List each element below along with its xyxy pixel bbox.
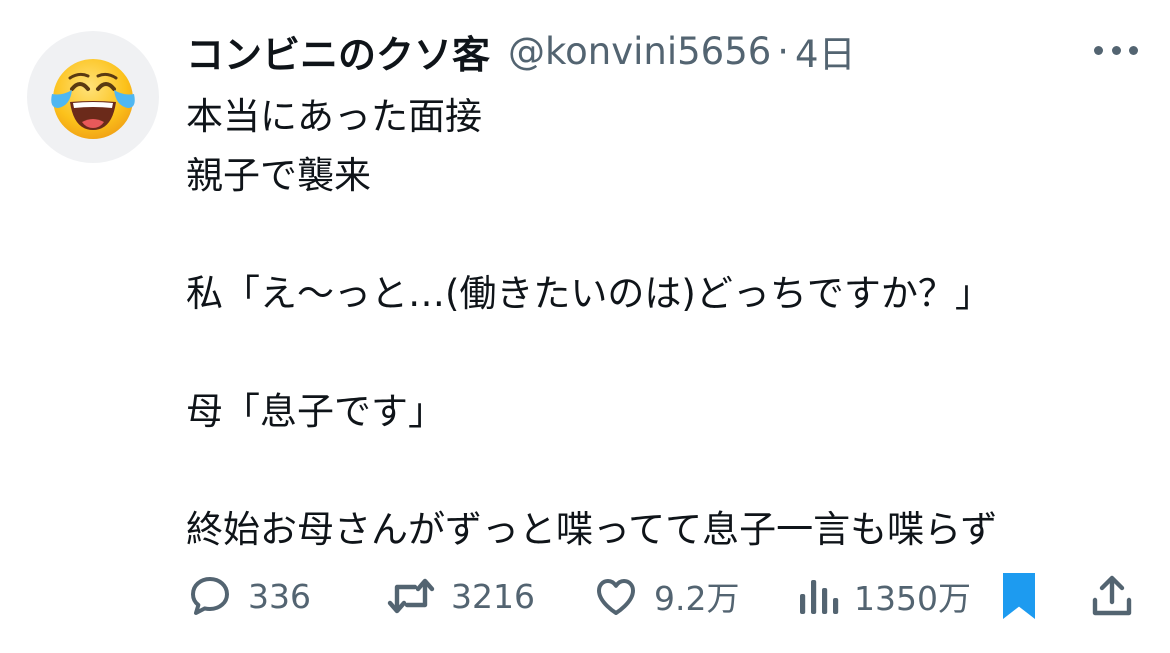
like-button[interactable]: 9.2万 bbox=[592, 568, 739, 624]
share-upload-icon bbox=[1092, 575, 1132, 616]
reply-button[interactable]: 336 bbox=[186, 568, 311, 624]
heart-icon bbox=[597, 579, 635, 615]
like-count: 9.2万 bbox=[654, 579, 740, 618]
speech-bubble-icon bbox=[191, 577, 229, 615]
display-name[interactable]: コンビニのクソ客 bbox=[186, 24, 490, 79]
tweet-header: コンビニのクソ客 @konvini5656 · 4日 bbox=[186, 24, 856, 79]
views-button[interactable]: 1350万 bbox=[796, 568, 971, 624]
bookmark-filled-icon bbox=[1003, 573, 1035, 619]
repost-button[interactable]: 3216 bbox=[385, 568, 535, 624]
more-dots-icon[interactable] bbox=[1094, 40, 1138, 60]
avatar[interactable] bbox=[27, 31, 159, 163]
tweet-line bbox=[186, 323, 1146, 382]
tweet-line: 親子で襲来 bbox=[186, 154, 371, 197]
tweet-line: 終始お母さんがずっと喋ってて息子一言も喋らず bbox=[186, 508, 998, 551]
tweet-line bbox=[186, 441, 1146, 500]
tears-of-joy-emoji bbox=[51, 59, 135, 139]
tweet-line: 私「え〜っと…(働きたいのは)どっちですか？」 bbox=[186, 272, 992, 315]
tweet-line bbox=[186, 205, 1146, 264]
tweet-line: 本当にあった面接 bbox=[186, 95, 482, 138]
tweet-text: 本当にあった面接 親子で襲来 私「え〜っと…(働きたいのは)どっちですか？」 母… bbox=[186, 87, 1146, 559]
share-button[interactable] bbox=[1088, 568, 1136, 624]
user-handle[interactable]: @konvini5656 bbox=[508, 30, 771, 73]
action-bar: 336 3216 9.2万 1350万 bbox=[0, 568, 1170, 624]
timestamp[interactable]: 4日 bbox=[795, 24, 856, 78]
reply-count: 336 bbox=[248, 576, 311, 616]
bookmark-button[interactable] bbox=[998, 568, 1040, 624]
repost-count: 3216 bbox=[451, 576, 535, 616]
bar-chart-icon bbox=[800, 580, 839, 614]
views-count: 1350万 bbox=[854, 579, 971, 618]
separator-dot: · bbox=[777, 29, 790, 73]
tweet-line: 母「息子です」 bbox=[186, 390, 445, 433]
repost-arrows-icon bbox=[387, 578, 435, 614]
